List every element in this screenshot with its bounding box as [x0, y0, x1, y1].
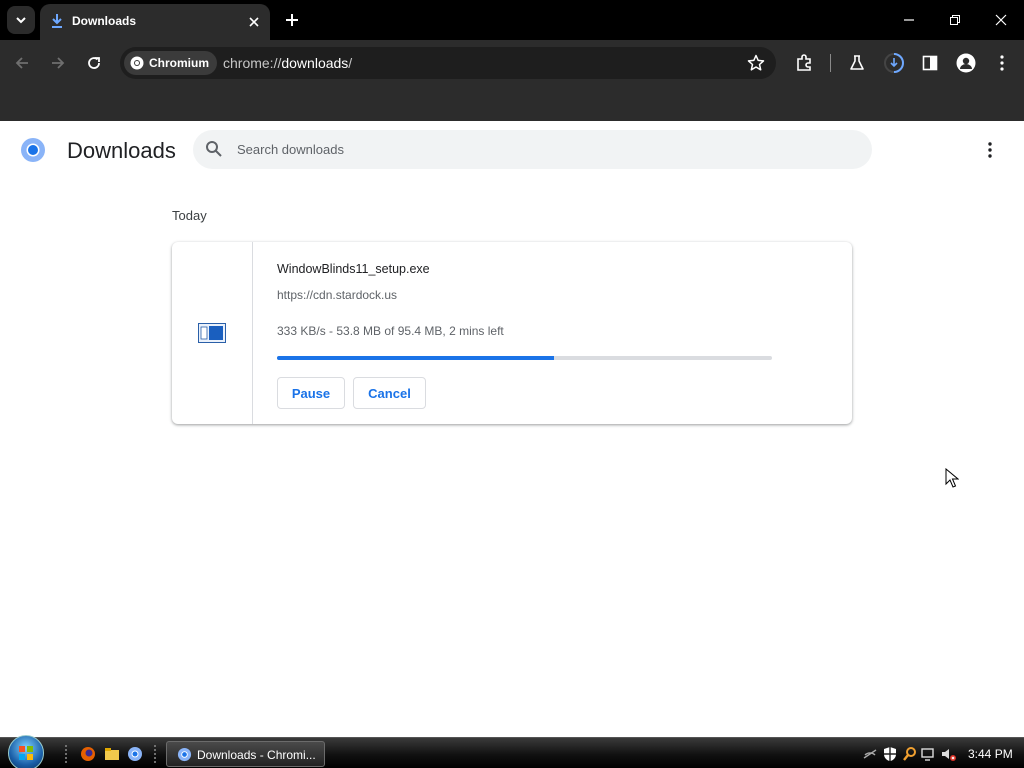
tab-downloads[interactable]: Downloads: [40, 4, 270, 40]
new-tab-button[interactable]: [280, 8, 304, 32]
extensions-button[interactable]: [792, 51, 816, 75]
windows-logo-icon: [19, 746, 33, 760]
display-icon[interactable]: [921, 746, 937, 762]
toolbar-strip-lower: [0, 86, 1024, 121]
url-scheme: chrome://: [223, 55, 282, 71]
close-window-button[interactable]: [978, 0, 1024, 40]
file-explorer-icon[interactable]: [104, 746, 120, 762]
star-icon: [747, 54, 765, 71]
taskbar-window-label: Downloads - Chromi...: [197, 748, 316, 762]
security-shield-icon[interactable]: [882, 746, 898, 762]
forward-arrow-icon: [52, 57, 65, 69]
mouse-cursor-icon: [945, 468, 959, 488]
date-header: Today: [172, 208, 207, 223]
url-host: downloads: [281, 55, 349, 71]
back-button[interactable]: [8, 49, 36, 77]
downloads-page: Downloads Today WindowBlinds11_setup.exe…: [0, 121, 1024, 737]
download-icon: [50, 13, 64, 29]
more-vertical-icon: [988, 142, 992, 158]
reload-button[interactable]: [80, 49, 108, 77]
site-chip-label: Chromium: [149, 56, 209, 70]
chromium-logo-icon: [21, 138, 45, 162]
restore-icon: [950, 15, 960, 25]
file-icon-column: [172, 242, 253, 424]
search-input[interactable]: [237, 138, 837, 160]
taskbar-clock[interactable]: 3:44 PM: [968, 747, 1013, 761]
tab-strip: Downloads: [0, 0, 1024, 40]
chromium-quicklaunch-icon[interactable]: [127, 746, 143, 762]
url-path: /: [348, 55, 353, 71]
restore-button[interactable]: [932, 0, 978, 40]
file-exe-icon: [198, 323, 226, 343]
url-text: chrome://downloads/: [223, 55, 352, 71]
puzzle-icon: [797, 54, 811, 71]
download-progress-icon: [884, 53, 904, 73]
search-bar: [193, 130, 872, 169]
minimize-button[interactable]: [886, 0, 932, 40]
download-progress-bar: [277, 356, 772, 360]
side-panel-button[interactable]: [918, 51, 942, 75]
search-tray-icon[interactable]: [902, 746, 918, 762]
chromium-logo-icon: [177, 747, 192, 762]
plus-icon: [286, 14, 298, 26]
volume-muted-icon[interactable]: [940, 746, 956, 762]
download-progress-fill: [277, 356, 555, 360]
download-status: 333 KB/s - 53.8 MB of 95.4 MB, 2 mins le…: [277, 324, 504, 338]
back-arrow-icon: [15, 57, 28, 69]
network-off-icon[interactable]: [862, 746, 878, 762]
download-progress-button[interactable]: [882, 51, 906, 75]
tab-title: Downloads: [72, 14, 137, 28]
browser-menu-button[interactable]: [990, 51, 1014, 75]
side-panel-icon: [922, 55, 938, 71]
taskbar-grip[interactable]: [64, 744, 68, 764]
site-info-chip[interactable]: Chromium: [124, 51, 217, 75]
chevron-down-icon: [16, 17, 26, 24]
source-url[interactable]: https://cdn.stardock.us: [277, 288, 397, 302]
flask-icon: [850, 55, 864, 70]
taskbar-grip[interactable]: [153, 744, 157, 764]
page-title: Downloads: [67, 138, 176, 163]
cancel-button[interactable]: Cancel: [353, 377, 426, 409]
firefox-icon[interactable]: [80, 746, 96, 762]
more-vertical-icon: [1000, 55, 1004, 71]
reload-icon: [88, 57, 100, 69]
address-bar[interactable]: Chromium chrome://downloads/: [120, 47, 776, 79]
forward-button[interactable]: [44, 49, 72, 77]
taskbar: Downloads - Chromi... 3:44 PM: [0, 735, 1024, 768]
page-menu-button[interactable]: [978, 138, 1002, 162]
download-item-card: WindowBlinds11_setup.exe https://cdn.sta…: [172, 242, 852, 424]
start-button[interactable]: [8, 735, 44, 768]
minimize-icon: [904, 19, 914, 21]
close-icon: [995, 14, 1007, 26]
toolbar-divider: [830, 54, 831, 72]
avatar-icon: [956, 53, 976, 73]
tab-search-button[interactable]: [7, 6, 35, 34]
search-icon: [206, 141, 222, 157]
labs-button[interactable]: [845, 51, 869, 75]
close-tab-icon[interactable]: [244, 12, 264, 32]
browser-toolbar: Chromium chrome://downloads/: [0, 40, 1024, 86]
file-name[interactable]: WindowBlinds11_setup.exe: [277, 262, 430, 276]
profile-button[interactable]: [954, 51, 978, 75]
chromium-logo-icon: [130, 56, 144, 70]
bookmark-star-button[interactable]: [746, 53, 766, 73]
taskbar-window-button[interactable]: Downloads - Chromi...: [166, 741, 325, 767]
pause-button[interactable]: Pause: [277, 377, 345, 409]
